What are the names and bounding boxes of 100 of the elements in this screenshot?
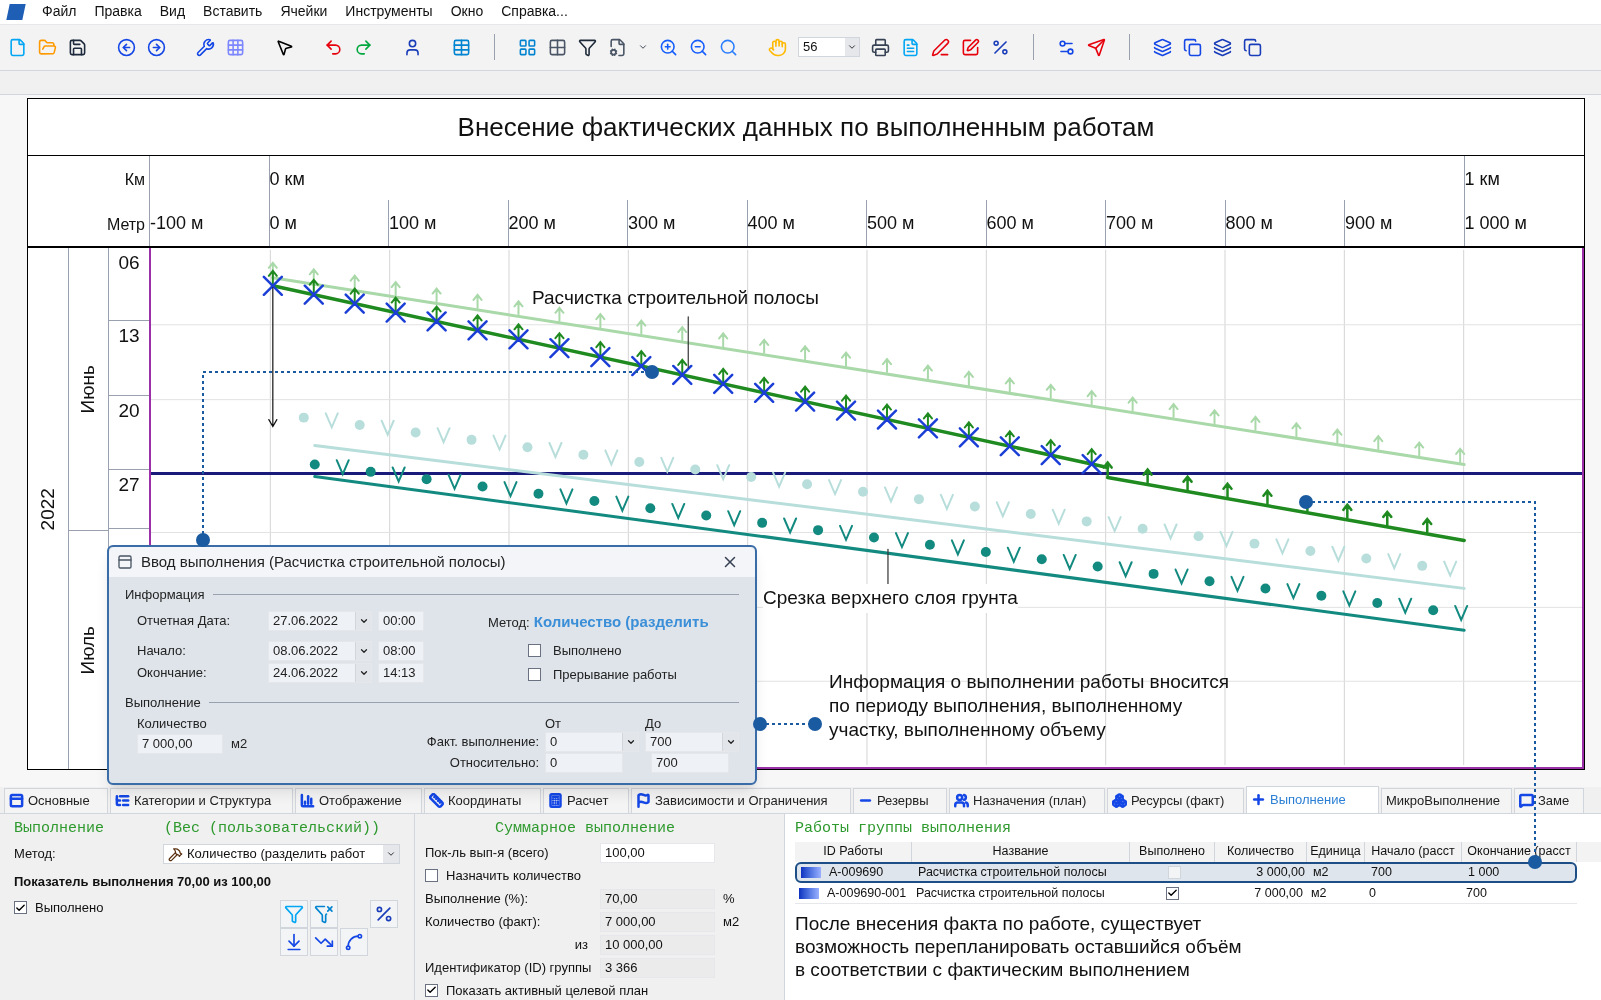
section-subheading: (Вес (пользовательский)) bbox=[164, 818, 381, 839]
annotation-text: Информация о выполнении работы вносится по периоду выполнения, выполненному участку, выполненному объему bbox=[829, 670, 1231, 743]
tab[interactable]: Резервы bbox=[853, 787, 947, 813]
date-field[interactable]: 08.06.2022 bbox=[268, 640, 372, 661]
checkbox[interactable] bbox=[528, 668, 541, 682]
grid-icon[interactable] bbox=[548, 37, 567, 57]
axis-tick-label: 1 000 м bbox=[1464, 213, 1527, 234]
time-field[interactable]: 14:13 bbox=[378, 662, 424, 683]
axis-tick-label: 100 м bbox=[389, 213, 437, 234]
readonly-field[interactable]: 7 000,00 bbox=[600, 911, 715, 932]
date-field[interactable]: 24.06.2022 bbox=[268, 662, 372, 683]
month-label: Июль bbox=[76, 626, 100, 675]
tab[interactable]: МикроВыполнение bbox=[1381, 787, 1512, 813]
tab[interactable]: Зависимости и Ограничения bbox=[631, 787, 851, 813]
zoom-in-icon[interactable] bbox=[659, 37, 678, 57]
tab[interactable]: Расчет bbox=[543, 787, 629, 813]
menu-item[interactable]: Правка bbox=[94, 1, 142, 23]
method-dropdown[interactable]: Количество (разделить работ bbox=[163, 844, 400, 864]
field-label: Окончание: bbox=[137, 663, 208, 682]
save-icon[interactable] bbox=[68, 37, 87, 57]
column-label: До bbox=[645, 715, 662, 730]
table-icon[interactable] bbox=[452, 37, 471, 57]
tab[interactable]: Ресурсы (факт) bbox=[1107, 787, 1244, 813]
tab[interactable]: Отображение bbox=[295, 787, 422, 813]
axis-tick-label: -100 м bbox=[150, 213, 204, 234]
date-field[interactable]: 27.06.2022 bbox=[268, 610, 372, 631]
person-icon[interactable] bbox=[403, 37, 422, 57]
dialog-title: Ввод выполнения (Расчистка строительной полосы) bbox=[141, 551, 507, 572]
readonly-field[interactable]: 3 366 bbox=[600, 957, 715, 978]
tab[interactable]: Координаты bbox=[424, 787, 541, 813]
flag-icon bbox=[636, 793, 651, 808]
filter-cross-icon[interactable] bbox=[310, 899, 338, 928]
time-field[interactable]: 00:00 bbox=[378, 610, 424, 631]
axis-tick-label: 900 м bbox=[1345, 213, 1393, 234]
checkbox[interactable] bbox=[1166, 886, 1179, 900]
curve-icon[interactable] bbox=[340, 927, 368, 956]
checkbox[interactable] bbox=[14, 901, 27, 914]
menu-item[interactable]: Вставить bbox=[203, 1, 263, 23]
menu-item[interactable]: Справка... bbox=[501, 1, 568, 23]
table-cell-text: Расчистка строительной полосы bbox=[917, 864, 1108, 882]
to-field[interactable]: 700 bbox=[645, 732, 739, 752]
stack-icon[interactable] bbox=[1213, 37, 1232, 57]
axis-tick-label: 0 км bbox=[269, 169, 305, 190]
checkbox-label: Выполнено bbox=[35, 898, 104, 917]
method-value: Количество (разделить bbox=[533, 611, 709, 632]
table-cell-text: м2 bbox=[1310, 884, 1328, 902]
text-field[interactable]: 700 bbox=[651, 753, 729, 773]
completion-indicator: Показатель выполнения 70,00 из 100,00 bbox=[14, 873, 273, 891]
overlap-icon[interactable] bbox=[1243, 37, 1262, 57]
dot-grid-icon[interactable] bbox=[226, 37, 245, 57]
ruler-icon bbox=[429, 793, 444, 808]
menu-item[interactable]: Окно bbox=[450, 1, 484, 23]
text-field[interactable]: 100,00 bbox=[600, 843, 715, 863]
time-field[interactable]: 08:00 bbox=[378, 640, 424, 661]
menu-item[interactable]: Инструменты bbox=[345, 1, 433, 23]
readonly-field[interactable]: 10 000,00 bbox=[600, 934, 715, 955]
menu-item[interactable]: Ячейки bbox=[280, 1, 328, 23]
field-label: Количество bbox=[137, 715, 208, 733]
field-label: Метод: bbox=[14, 845, 57, 864]
edit-icon[interactable] bbox=[961, 37, 980, 57]
percent-icon[interactable] bbox=[991, 37, 1010, 57]
pen-icon[interactable] bbox=[931, 37, 950, 57]
speech-bubble-icon bbox=[1519, 793, 1534, 808]
tab[interactable]: Категории и Структура bbox=[110, 787, 293, 813]
checkbox[interactable] bbox=[425, 983, 438, 997]
section-heading: Выполнение bbox=[14, 818, 105, 839]
table-row[interactable]: A-009690-001 Расчистка строительной полосы 7 000,00 м2 0 700 bbox=[795, 883, 1577, 904]
zoom-out-icon[interactable] bbox=[689, 37, 708, 57]
zoom-field[interactable]: 56 bbox=[798, 37, 860, 58]
readonly-field[interactable]: 70,00 bbox=[600, 888, 715, 909]
wrench-icon[interactable] bbox=[196, 37, 215, 57]
filter-icon[interactable] bbox=[578, 37, 597, 57]
tab[interactable]: Основные bbox=[4, 787, 108, 813]
menu-item[interactable]: Вид bbox=[159, 1, 186, 23]
printer-icon[interactable] bbox=[871, 37, 890, 57]
week-label: 27 bbox=[118, 474, 140, 496]
search-icon[interactable] bbox=[719, 37, 738, 57]
checkbox[interactable] bbox=[425, 869, 438, 883]
checkbox[interactable] bbox=[528, 643, 541, 657]
table-cell-text: 7 000,00 bbox=[1253, 884, 1304, 902]
text-field[interactable]: 0 bbox=[545, 753, 623, 773]
people-icon bbox=[954, 793, 969, 808]
leader-line bbox=[687, 316, 689, 369]
copy-icon[interactable] bbox=[1183, 37, 1202, 57]
redo-icon[interactable] bbox=[354, 37, 373, 57]
tab[interactable]: Назначения (план) bbox=[949, 787, 1105, 813]
percent-icon[interactable] bbox=[370, 899, 398, 928]
text-field[interactable]: 7 000,00 bbox=[137, 733, 223, 754]
axis-tick-label: 0 м bbox=[269, 213, 297, 234]
axis-tick-label: 700 м bbox=[1106, 213, 1154, 234]
settings-icon[interactable] bbox=[1057, 37, 1076, 57]
layers-icon[interactable] bbox=[1153, 37, 1172, 57]
tab[interactable]: Выполнение bbox=[1246, 785, 1379, 813]
page-settings-icon[interactable] bbox=[608, 37, 627, 57]
from-field[interactable]: 0 bbox=[545, 732, 639, 752]
unit-label: м2 bbox=[231, 734, 248, 753]
menu-item[interactable]: Файл bbox=[42, 1, 77, 23]
undo-icon[interactable] bbox=[324, 37, 343, 57]
table-row[interactable]: A-009690 Расчистка строительной полосы 3 000,00 м2 700 1 000 bbox=[795, 862, 1577, 883]
tab[interactable]: Заме bbox=[1514, 787, 1584, 813]
